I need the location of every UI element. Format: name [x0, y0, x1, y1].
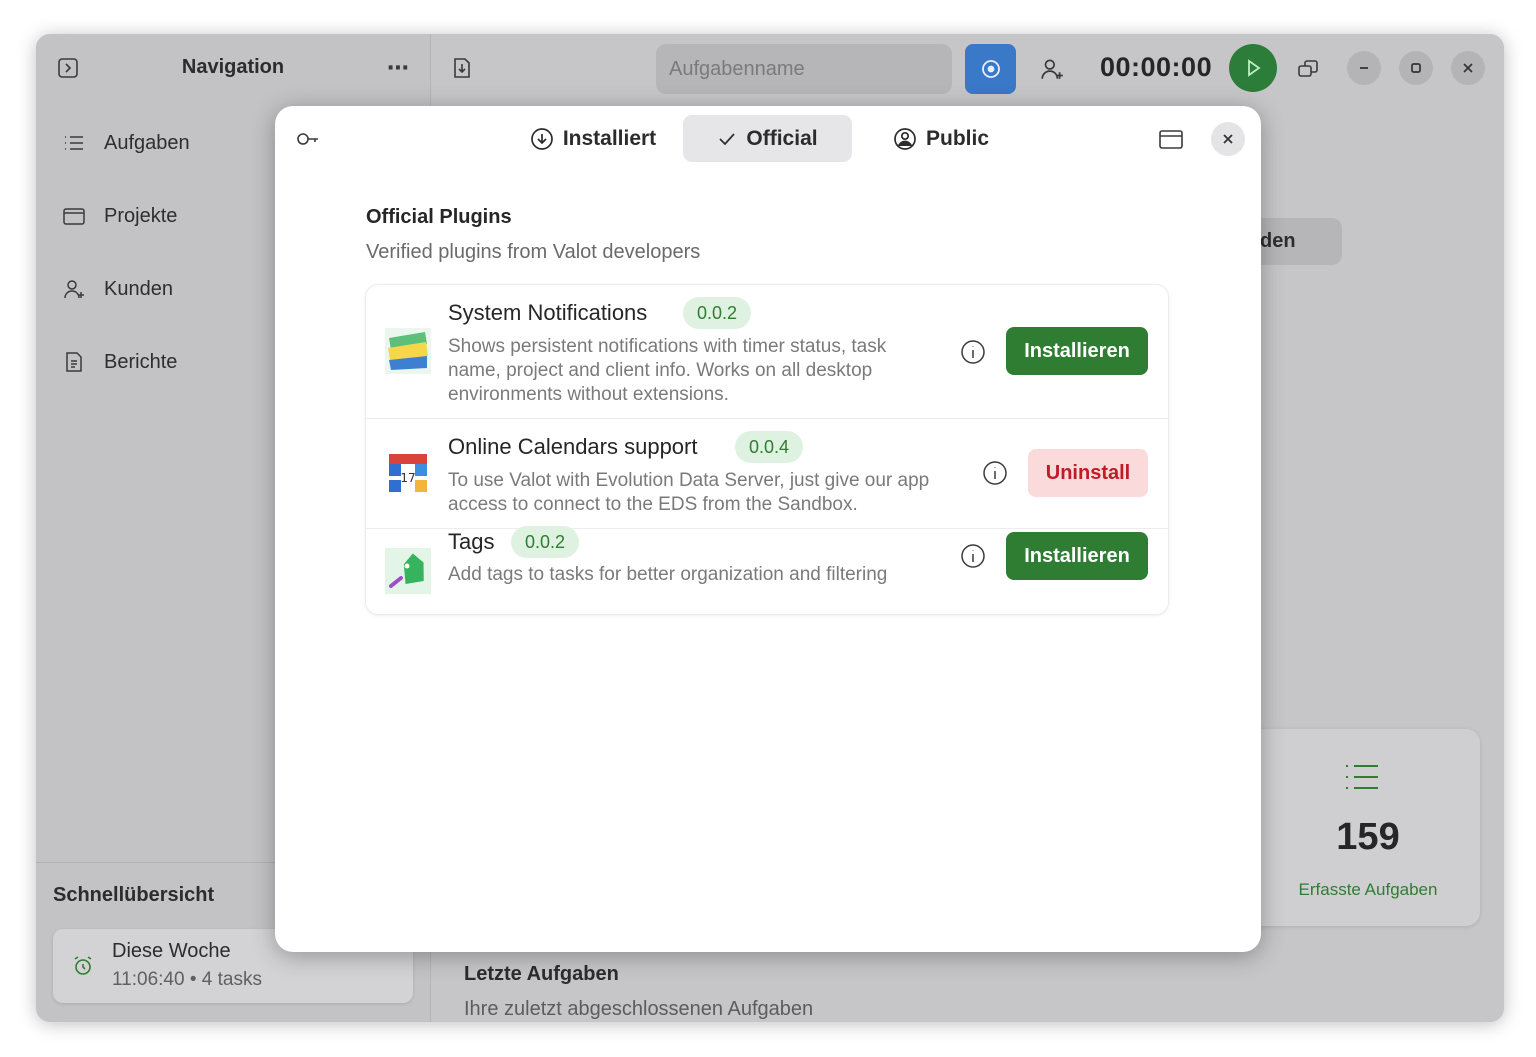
quick-card-title: Diese Woche — [112, 940, 231, 962]
task-name-input[interactable]: Aufgabenname — [656, 44, 952, 94]
notifications-plugin-icon — [385, 328, 431, 374]
plugin-row: Tags 0.0.2 Add tags to tasks for better … — [366, 526, 1168, 614]
alarm-icon — [74, 956, 92, 975]
tab-label: Public — [925, 126, 989, 150]
mini-window-icon[interactable] — [1293, 54, 1323, 84]
section-subtitle: Verified plugins from Valot developers — [366, 241, 701, 263]
play-icon — [1248, 59, 1261, 77]
sidebar-item-projekte[interactable]: Projekte — [62, 196, 177, 236]
uninstall-button[interactable]: Uninstall — [1028, 449, 1148, 497]
plugin-description: Add tags to tasks for better organizatio… — [448, 564, 888, 585]
plugin-list: System Notifications 0.0.2 Shows persist… — [366, 285, 1168, 614]
key-icon[interactable] — [293, 125, 323, 153]
timer-display: 00:00:00 — [1100, 52, 1213, 82]
plugin-description: Shows persistent notifications with time… — [448, 336, 887, 405]
quick-overview-title: Schnellübersicht — [53, 884, 215, 906]
minimize-icon — [1360, 67, 1368, 69]
minimize-button[interactable] — [1347, 51, 1381, 85]
close-icon — [1223, 134, 1233, 144]
maximize-icon — [1411, 63, 1421, 73]
start-timer-button[interactable] — [1229, 44, 1277, 92]
sidebar-item-label: Kunden — [104, 277, 173, 300]
list-icon — [1344, 761, 1380, 793]
info-icon[interactable] — [960, 543, 986, 569]
sidebar-item-berichte[interactable]: Berichte — [62, 342, 177, 382]
info-icon[interactable] — [960, 339, 986, 365]
plugin-version-badge: 0.0.2 — [511, 526, 580, 558]
plugin-version-badge: 0.0.4 — [735, 431, 804, 463]
install-button[interactable]: Installieren — [1006, 532, 1148, 580]
calendar-plugin-icon: 17 — [385, 450, 431, 496]
sidebar-item-label: Projekte — [104, 204, 178, 227]
sidebar-item-label: Berichte — [104, 350, 178, 373]
maximize-button[interactable] — [1399, 51, 1433, 85]
svg-text:17: 17 — [400, 471, 415, 485]
folder-icon — [63, 208, 85, 225]
plugins-dialog: Installiert Official Public Official Plu… — [275, 106, 1261, 952]
plugin-name: Tags — [448, 529, 495, 554]
sidebar-item-aufgaben[interactable]: Aufgaben — [62, 123, 190, 163]
target-icon — [981, 60, 1000, 78]
recent-tasks-subtitle: Ihre zuletzt abgeschlossenen Aufgaben — [464, 998, 814, 1020]
sidebar-title: Navigation — [181, 56, 285, 78]
list-icon — [65, 136, 83, 150]
more-menu-icon[interactable]: ⋯ — [381, 54, 415, 82]
section-title: Official Plugins — [366, 206, 512, 228]
plugin-version-badge: 0.0.2 — [683, 297, 752, 329]
check-icon — [719, 132, 736, 145]
plugin-row: 17 Online Calendars support 0.0.4 To use… — [366, 419, 1168, 528]
assign-client-icon[interactable] — [1037, 54, 1067, 84]
recent-tasks-title: Letzte Aufgaben — [464, 963, 619, 985]
tab-installiert[interactable]: Installiert — [515, 115, 671, 162]
tab-official[interactable]: Official — [683, 115, 852, 162]
import-icon[interactable] — [448, 54, 476, 82]
info-icon[interactable] — [982, 460, 1008, 486]
report-icon — [66, 352, 82, 372]
tab-label: Installiert — [562, 126, 657, 150]
plugin-description: To use Valot with Evolution Data Server,… — [448, 470, 930, 515]
window-close-button[interactable] — [1451, 51, 1485, 85]
close-icon — [1463, 63, 1473, 73]
tab-label: Official — [746, 126, 818, 150]
quick-card-subtitle: 11:06:40 • 4 tasks — [112, 969, 262, 990]
background-button-label: den — [1260, 230, 1296, 252]
sidebar-item-label: Aufgaben — [104, 131, 190, 154]
plugin-name: System Notifications — [448, 300, 648, 325]
user-add-icon — [64, 280, 84, 299]
plugin-row: System Notifications 0.0.2 Shows persist… — [366, 285, 1168, 418]
open-folder-icon[interactable] — [1155, 124, 1187, 154]
install-button[interactable]: Installieren — [1006, 327, 1148, 375]
tag-plugin-icon — [385, 548, 431, 594]
person-circle-icon — [894, 127, 916, 150]
track-mode-button[interactable] — [965, 44, 1016, 94]
tab-public[interactable]: Public — [878, 115, 1004, 162]
sidebar-item-kunden[interactable]: Kunden — [62, 269, 173, 309]
dialog-close-button[interactable] — [1211, 122, 1245, 156]
plugin-name: Online Calendars support — [448, 434, 698, 459]
download-circle-icon — [530, 127, 553, 150]
